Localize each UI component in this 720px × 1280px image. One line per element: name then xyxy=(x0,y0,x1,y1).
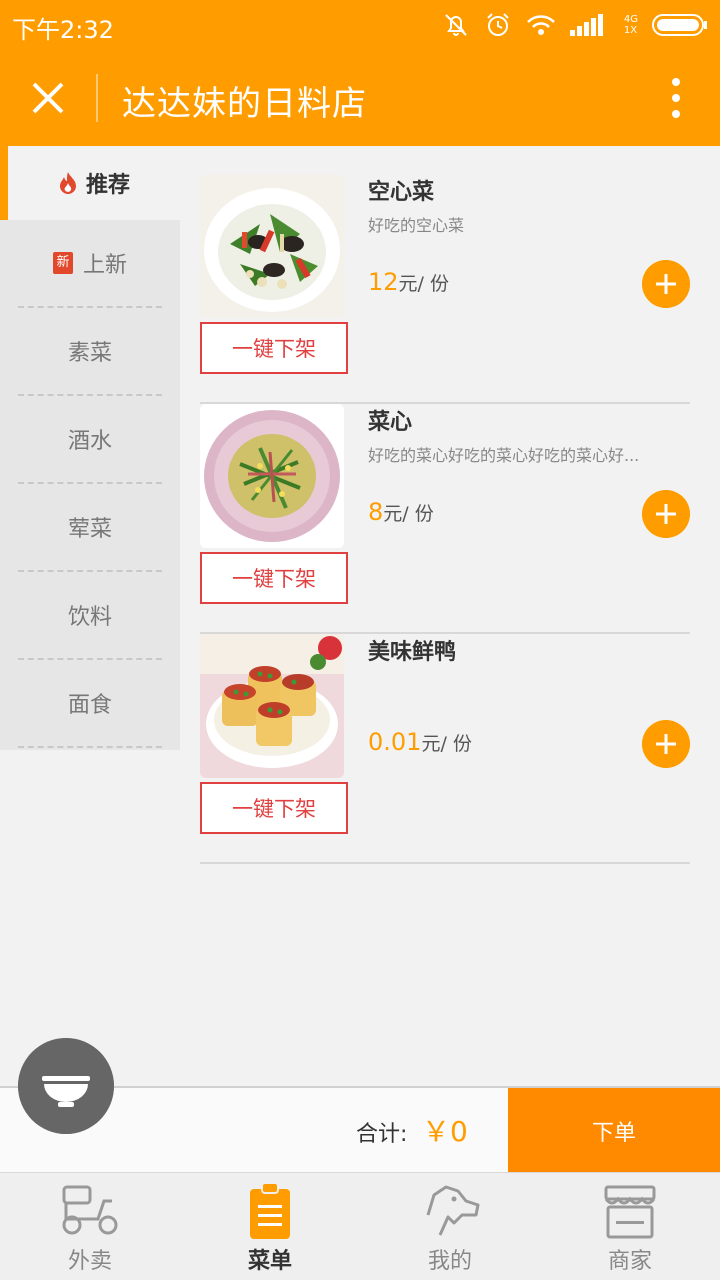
dish-photo xyxy=(200,404,344,548)
sidebar-item-label: 上新 xyxy=(82,253,127,278)
tab-label: 商家 xyxy=(607,1249,652,1274)
wifi-icon xyxy=(526,15,555,35)
status-time: 下午2:32 xyxy=(12,16,114,44)
tab-takeout[interactable]: 外卖 xyxy=(0,1173,180,1280)
network-type: 4G 1X xyxy=(623,14,638,36)
page-title: 达达妹的日料店 xyxy=(122,84,367,124)
cart-bowl-icon[interactable] xyxy=(18,1038,114,1134)
tab-mine[interactable]: 我的 xyxy=(360,1173,540,1280)
active-indicator xyxy=(0,146,8,220)
total-value: ￥0 xyxy=(422,1115,468,1148)
dish-price: 0.01元/ 份 xyxy=(368,728,472,756)
dish-description: 好吃的空心菜 xyxy=(368,216,465,235)
unlist-button[interactable]: 一键下架 xyxy=(200,322,348,374)
sidebar-item-new[interactable]: 新 上新 xyxy=(18,220,162,308)
more-options-icon[interactable] xyxy=(660,76,692,120)
total-label: 合计: xyxy=(356,1122,408,1147)
dish-item: 一键下架 菜心 好吃的菜心好吃的菜心好吃的菜心好... 8元/ 份 xyxy=(200,404,690,634)
tab-label: 菜单 xyxy=(247,1249,292,1274)
app-header: 达达妹的日料店 xyxy=(0,50,720,146)
sidebar-item-label: 荤菜 xyxy=(67,517,112,542)
bell-muted-icon xyxy=(445,14,467,36)
sidebar-item-label: 推荐 xyxy=(85,173,130,198)
dish-item: 一键下架 空心菜 好吃的空心菜 12元/ 份 xyxy=(200,174,690,404)
dog-icon xyxy=(426,1185,480,1236)
dish-photo xyxy=(200,174,344,318)
sidebar-item-label: 面食 xyxy=(67,693,112,718)
add-to-cart-icon[interactable] xyxy=(642,260,690,308)
dish-name: 美味鲜鸭 xyxy=(368,640,457,665)
header-divider xyxy=(96,74,98,122)
dish-price: 12元/ 份 xyxy=(368,268,449,296)
sidebar-item-beverages[interactable]: 饮料 xyxy=(18,572,162,660)
status-icons: 4G 1X xyxy=(442,8,708,42)
price-unit: 元/ 份 xyxy=(383,503,434,525)
sidebar-item-label: 饮料 xyxy=(67,605,112,630)
price-value: 0.01 xyxy=(368,728,422,756)
unlist-button[interactable]: 一键下架 xyxy=(200,782,348,834)
dish-name: 空心菜 xyxy=(368,180,435,205)
tab-label: 我的 xyxy=(427,1249,472,1274)
new-badge-icon: 新 xyxy=(52,252,73,274)
dish-price: 8元/ 份 xyxy=(368,498,434,526)
menu-clipboard-icon xyxy=(250,1182,290,1239)
unlist-button[interactable]: 一键下架 xyxy=(200,552,348,604)
sidebar-item-noodles[interactable]: 面食 xyxy=(18,660,162,748)
scooter-icon xyxy=(62,1185,118,1235)
price-unit: 元/ 份 xyxy=(421,733,472,755)
tab-menu[interactable]: 菜单 xyxy=(180,1173,360,1280)
sidebar-item-drinks-alcohol[interactable]: 酒水 xyxy=(18,396,162,484)
sidebar-item-meat[interactable]: 荤菜 xyxy=(18,484,162,572)
sidebar-item-recommend[interactable]: 推荐 xyxy=(8,146,180,220)
sidebar-item-label: 酒水 xyxy=(67,429,112,454)
price-value: 8 xyxy=(368,498,384,526)
shop-icon xyxy=(604,1185,656,1239)
close-icon[interactable] xyxy=(20,70,76,126)
dish-name: 菜心 xyxy=(368,410,413,435)
dish-item: 一键下架 美味鲜鸭 0.01元/ 份 xyxy=(200,634,690,864)
status-bar: 下午2:32 4G 1X xyxy=(0,0,720,50)
sidebar-list: 新 上新 素菜 酒水 荤菜 饮料 面食 xyxy=(0,220,180,750)
tab-merchant[interactable]: 商家 xyxy=(540,1173,720,1280)
dish-photo xyxy=(200,634,344,778)
add-to-cart-icon[interactable] xyxy=(642,490,690,538)
signal-icon xyxy=(569,14,603,36)
alarm-clock-icon xyxy=(487,13,509,36)
price-unit: 元/ 份 xyxy=(398,273,449,295)
place-order-button[interactable]: 下单 xyxy=(508,1088,720,1174)
price-value: 12 xyxy=(368,268,399,296)
sidebar-item-vegetables[interactable]: 素菜 xyxy=(18,308,162,396)
tab-label: 外卖 xyxy=(67,1249,112,1274)
flame-icon xyxy=(59,172,76,194)
add-to-cart-icon[interactable] xyxy=(642,720,690,768)
battery-icon xyxy=(652,14,707,36)
dish-description: 好吃的菜心好吃的菜心好吃的菜心好... xyxy=(368,446,640,465)
sidebar-item-label: 素菜 xyxy=(67,341,112,366)
bottom-tab-bar: 外卖 菜单 我的 商家 xyxy=(0,1172,720,1280)
